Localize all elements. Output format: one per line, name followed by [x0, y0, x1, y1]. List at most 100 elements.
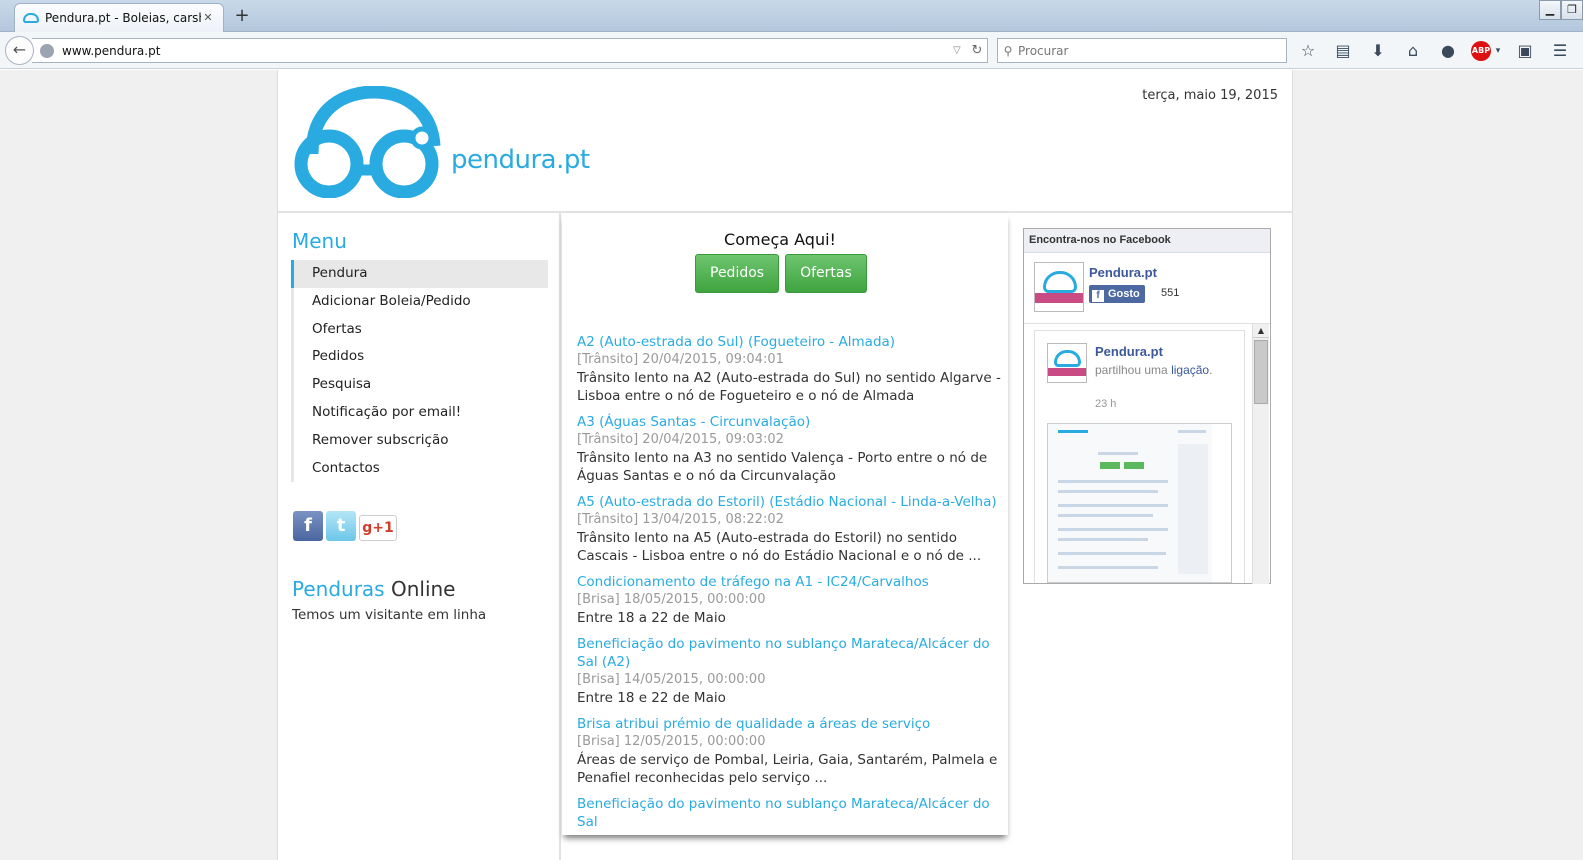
minimize-button[interactable]: ▁ — [1539, 0, 1561, 20]
online-title: Penduras Online — [292, 577, 455, 601]
news-meta: [Brisa] 14/05/2015, 00:00:00 — [577, 672, 766, 687]
dropdown-icon[interactable]: ▾ — [1494, 40, 1502, 62]
post-author-avatar[interactable] — [1047, 343, 1087, 383]
news-meta: [Trânsito] 20/04/2015, 09:03:02 — [577, 432, 784, 447]
facebook-page-thumbnail[interactable] — [1034, 262, 1084, 312]
preview-sidebar — [1178, 444, 1208, 574]
google-plus-icon[interactable]: g+1 — [359, 515, 397, 541]
chat-icon[interactable]: ● — [1436, 40, 1460, 62]
search-placeholder[interactable]: Procurar — [1018, 44, 1068, 58]
navigation-bar: www.pendura.pt ▽ ↻ ← ⚲ Procurar ☆ ▤ ⬇ ⌂ … — [0, 32, 1583, 69]
preview-edge — [1212, 424, 1231, 582]
search-box[interactable]: ⚲ Procurar — [997, 38, 1287, 63]
like-count: 551 — [1161, 287, 1180, 299]
globe-icon — [40, 43, 54, 58]
window-controls: ▁ ❐ — [1539, 0, 1583, 20]
menu-icon[interactable]: ☰ — [1548, 40, 1572, 62]
facebook-like-button[interactable]: f Gosto — [1089, 285, 1145, 303]
toolbar-icons: ☆ ▤ ⬇ ⌂ ● ABP ▾ ▣ ☰ — [1296, 40, 1583, 62]
twitter-icon[interactable]: t — [326, 511, 356, 541]
restore-button[interactable]: ❐ — [1561, 0, 1583, 20]
history-dropdown-icon[interactable]: ▽ — [953, 45, 967, 56]
menu-item-adicionar-boleia[interactable]: Adicionar Boleia/Pedido — [291, 287, 548, 316]
post-action: partilhou uma ligação. — [1095, 362, 1235, 379]
post-author-name[interactable]: Pendura.pt — [1095, 344, 1163, 359]
news-item: Beneficiação do pavimento no sublanço Ma… — [577, 795, 1002, 831]
menu-item-notificacao[interactable]: Notificação por email! — [291, 398, 548, 427]
menu-item-remover-subscricao[interactable]: Remover subscrição — [291, 426, 548, 455]
news-meta: [Brisa] 12/05/2015, 00:00:00 — [577, 734, 766, 749]
online-text: Temos um visitante em linha — [292, 607, 487, 623]
preview-line — [1058, 566, 1158, 569]
preview-line — [1058, 480, 1168, 483]
menu-item-ofertas[interactable]: Ofertas — [291, 315, 548, 344]
facebook-page-box: Pendura.pt f Gosto 551 — [1034, 262, 1262, 320]
news-list: A2 (Auto-estrada do Sul) (Fogueteiro - A… — [577, 333, 1002, 839]
facebook-page-name[interactable]: Pendura.pt — [1089, 265, 1157, 280]
start-buttons: Pedidos Ofertas — [695, 254, 867, 293]
scroll-up-icon[interactable]: ▲ — [1253, 324, 1269, 338]
feed-scrollbar[interactable]: ▲ — [1252, 324, 1269, 584]
browser-tab[interactable]: Pendura.pt - Boleias, carsh... ✕ — [14, 3, 224, 32]
left-sidebar: Menu Pendura Adicionar Boleia/Pedido Ofe… — [278, 213, 561, 860]
car-logo-icon[interactable] — [292, 86, 442, 198]
news-title[interactable]: A3 (Águas Santas - Circunvalação) — [577, 413, 1002, 431]
news-item: A5 (Auto-estrada do Estoril) (Estádio Na… — [577, 493, 1002, 565]
ofertas-button[interactable]: Ofertas — [785, 254, 867, 293]
site-favicon-icon — [23, 13, 39, 23]
like-label: Gosto — [1108, 288, 1140, 300]
back-button[interactable]: ← — [5, 36, 34, 65]
star-icon[interactable]: ☆ — [1296, 40, 1320, 62]
url-text[interactable]: www.pendura.pt — [62, 44, 953, 58]
close-tab-icon[interactable]: ✕ — [201, 11, 215, 25]
address-bar[interactable]: www.pendura.pt ▽ ↻ — [32, 38, 988, 63]
news-meta: [Trânsito] 13/04/2015, 08:22:02 — [577, 512, 784, 527]
preview-line — [1058, 552, 1166, 555]
facebook-icon[interactable]: f — [293, 511, 323, 541]
menu-item-pedidos[interactable]: Pedidos — [291, 343, 548, 372]
home-icon[interactable]: ⌂ — [1401, 40, 1425, 62]
site-header: pendura.pt terça, maio 19, 2015 — [278, 70, 1292, 213]
menu-item-contactos[interactable]: Contactos — [291, 454, 548, 483]
thumbnail-bar — [1035, 293, 1083, 303]
pedidos-button[interactable]: Pedidos — [695, 254, 780, 293]
site-brand[interactable]: pendura.pt — [451, 145, 590, 175]
news-text: Trânsito lento na A3 no sentido Valença … — [577, 450, 988, 484]
adblock-plus-icon[interactable]: ABP — [1471, 41, 1491, 61]
news-title[interactable]: A2 (Auto-estrada do Sul) (Fogueteiro - A… — [577, 333, 1002, 351]
preview-line — [1058, 504, 1168, 507]
preview-green — [1124, 462, 1144, 469]
tab-title: Pendura.pt - Boleias, carsh... — [45, 11, 201, 25]
scrollbar-thumb[interactable] — [1254, 340, 1268, 404]
car-icon — [1054, 350, 1081, 367]
post-time[interactable]: 23 h — [1095, 398, 1116, 410]
news-meta: [Trânsito] 20/04/2015, 09:04:01 — [577, 352, 784, 367]
menu-title: Menu — [292, 229, 347, 253]
menu-item-pesquisa[interactable]: Pesquisa — [291, 371, 548, 399]
new-tab-button[interactable]: + — [232, 5, 252, 27]
menu-item-pendura[interactable]: Pendura — [291, 260, 548, 288]
screenshot-icon[interactable]: ▣ — [1513, 40, 1537, 62]
search-icon: ⚲ — [1003, 43, 1013, 58]
reload-icon[interactable]: ↻ — [967, 43, 987, 58]
news-title[interactable]: Beneficiação do pavimento no sublanço Ma… — [577, 635, 1002, 671]
current-date: terça, maio 19, 2015 — [1142, 88, 1278, 103]
news-item: A3 (Águas Santas - Circunvalação) [Trâns… — [577, 413, 1002, 485]
news-title[interactable]: Brisa atribui prémio de qualidade a área… — [577, 715, 1002, 733]
tab-bar: Pendura.pt - Boleias, carsh... ✕ + ▁ ❐ — [0, 0, 1583, 32]
download-icon[interactable]: ⬇ — [1366, 40, 1390, 62]
facebook-widget-header: Encontra-nos no Facebook — [1024, 229, 1270, 253]
main-content: Começa Aqui! Pedidos Ofertas A2 (Auto-es… — [562, 213, 1008, 835]
post-link-preview-image[interactable] — [1047, 423, 1232, 583]
news-text: Entre 18 a 22 de Maio — [577, 610, 726, 626]
news-title[interactable]: Condicionamento de tráfego na A1 - IC24/… — [577, 573, 1002, 591]
preview-line — [1058, 538, 1148, 541]
preview-line — [1098, 452, 1138, 455]
facebook-feed: Pendura.pt partilhou uma ligação. 23 h — [1034, 330, 1245, 583]
news-title[interactable]: A5 (Auto-estrada do Estoril) (Estádio Na… — [577, 493, 1002, 511]
online-title-a: Penduras — [292, 577, 385, 601]
post-link[interactable]: ligação — [1171, 363, 1209, 377]
news-title[interactable]: Beneficiação do pavimento no sublanço Ma… — [577, 795, 1002, 831]
start-title: Começa Aqui! — [724, 230, 836, 249]
reading-list-icon[interactable]: ▤ — [1331, 40, 1355, 62]
